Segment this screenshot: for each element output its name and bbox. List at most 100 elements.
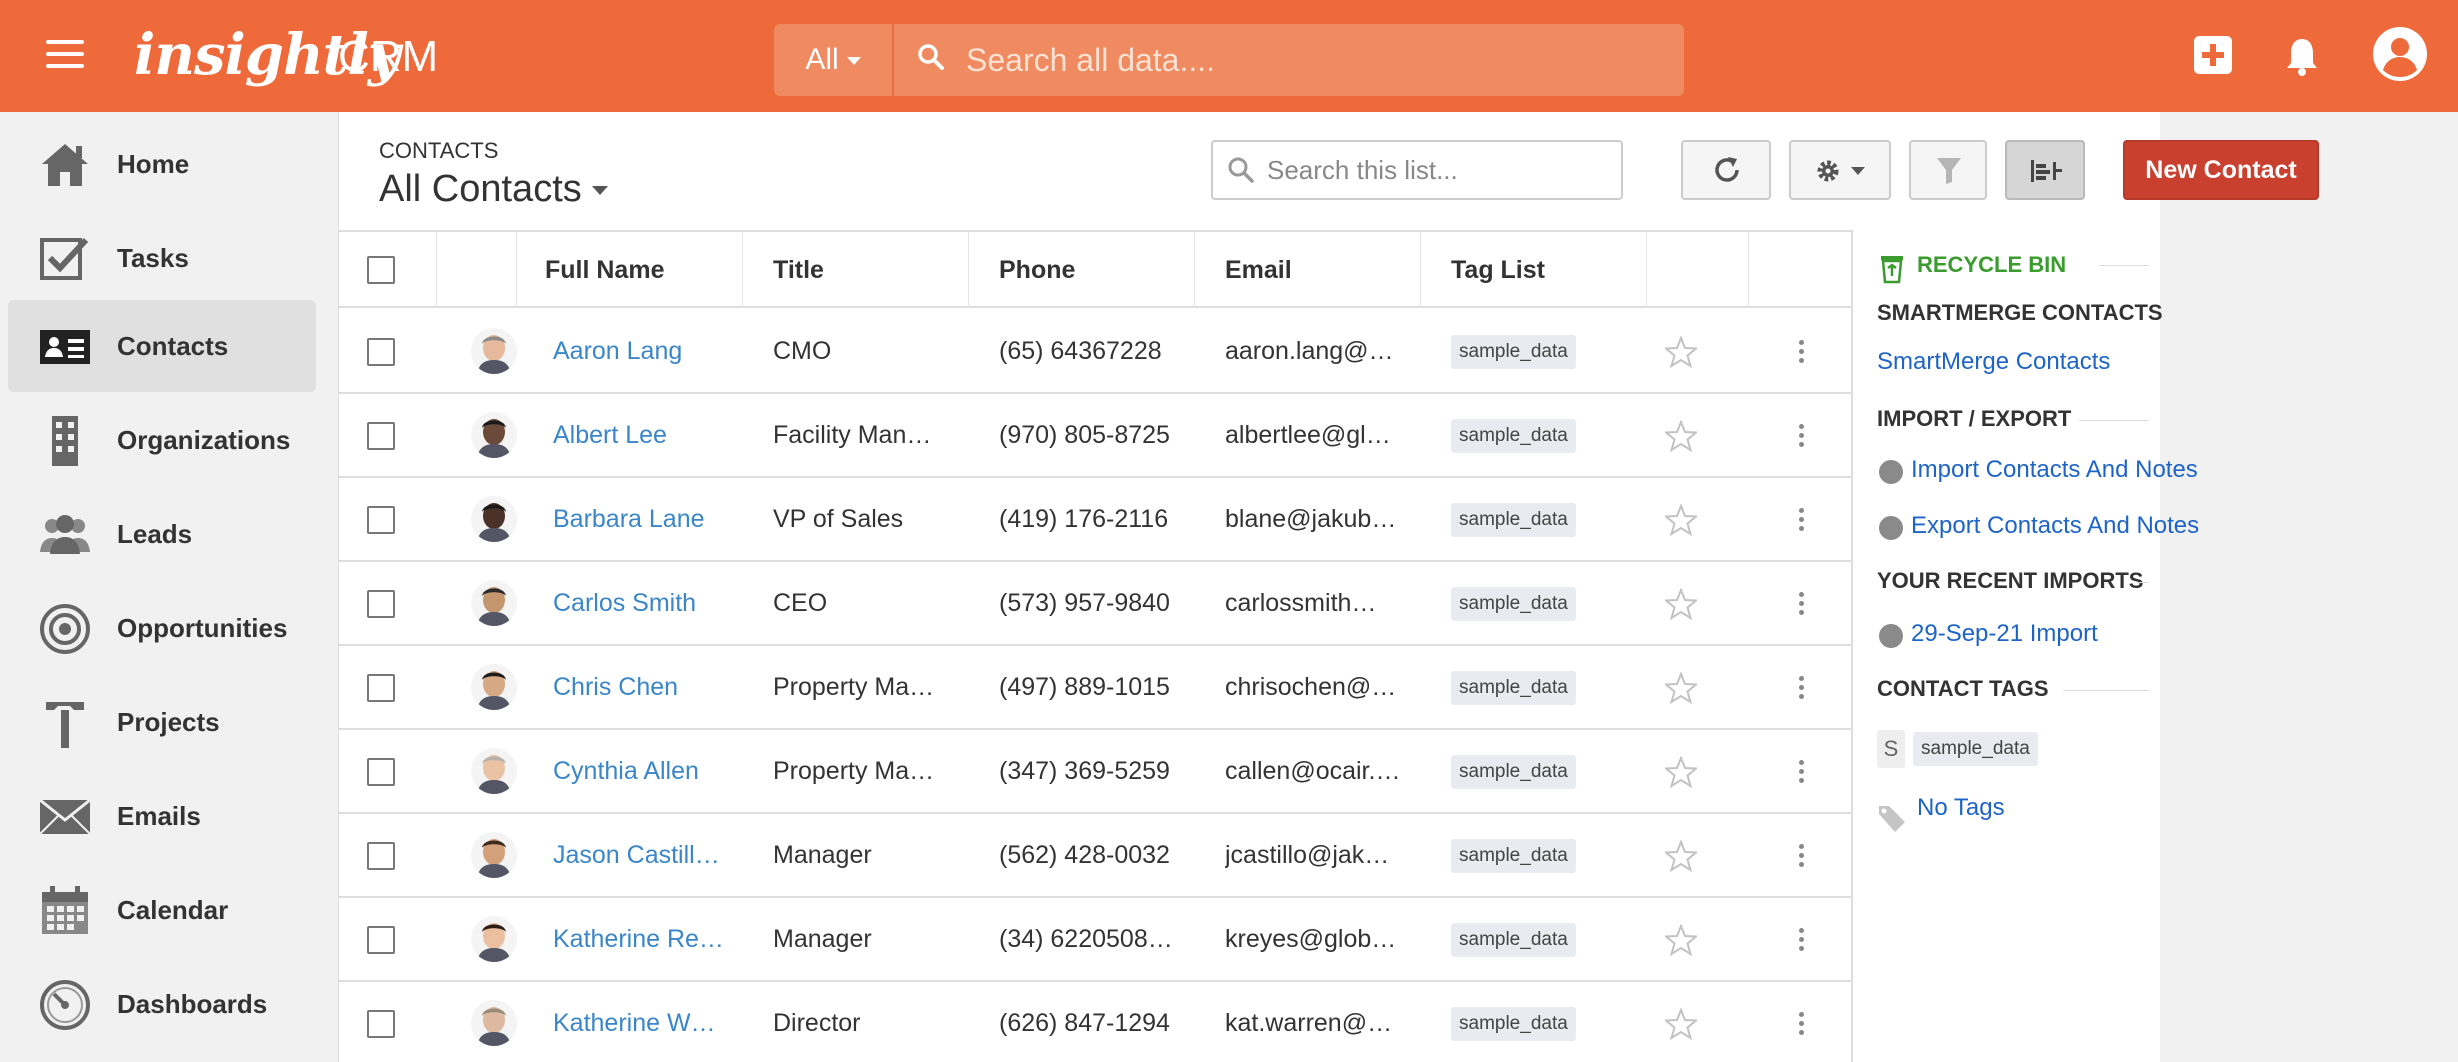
- more-options-icon[interactable]: [1799, 760, 1805, 784]
- sidebar-item-tasks[interactable]: Tasks: [8, 212, 316, 304]
- view-selector[interactable]: All Contacts: [379, 168, 608, 211]
- table-row[interactable]: Katherine Re… Manager (34) 6220508… kreyes@…: [339, 898, 1851, 982]
- star-icon[interactable]: [1665, 672, 1697, 704]
- row-checkbox[interactable]: [367, 758, 395, 786]
- sidebar-item-home[interactable]: Home: [8, 118, 316, 210]
- filter-button[interactable]: [1909, 140, 1987, 200]
- more-options-icon[interactable]: [1799, 844, 1805, 868]
- sidebar-item-label: Leads: [117, 519, 193, 549]
- sidebar-item-organizations[interactable]: Organizations: [8, 394, 316, 486]
- list-search-input[interactable]: [1267, 142, 1607, 198]
- table-row[interactable]: Jason Castill… Manager (562) 428-0032 jcast…: [339, 814, 1851, 898]
- table-row[interactable]: Chris Chen Property Ma… (497) 889-1015 chri…: [339, 646, 1851, 730]
- no-tags-link[interactable]: No Tags: [1917, 794, 2005, 822]
- sidebar-item-dashboards[interactable]: Dashboards: [8, 958, 316, 1050]
- dashboards-icon: [40, 980, 90, 1030]
- recent-import-link[interactable]: 29-Sep-21 Import: [1911, 620, 2098, 648]
- add-icon[interactable]: [2194, 36, 2232, 74]
- more-options-icon[interactable]: [1799, 676, 1805, 700]
- tag-badge[interactable]: sample_data: [1451, 587, 1576, 622]
- sidebar-item-leads[interactable]: Leads: [8, 488, 316, 580]
- settings-button[interactable]: [1789, 140, 1891, 200]
- column-header-full-name[interactable]: Full Name: [517, 232, 743, 308]
- row-checkbox[interactable]: [367, 926, 395, 954]
- star-icon[interactable]: [1665, 588, 1697, 620]
- recycle-bin-link[interactable]: RECYCLE BIN: [1917, 252, 2066, 278]
- contact-name-link[interactable]: Katherine W…: [553, 1009, 716, 1037]
- contact-name-link[interactable]: Carlos Smith: [553, 589, 696, 617]
- more-options-icon[interactable]: [1799, 508, 1805, 532]
- sidebar-item-emails[interactable]: Emails: [8, 770, 316, 862]
- star-icon[interactable]: [1665, 1008, 1697, 1040]
- sidebar-item-contacts[interactable]: Contacts: [8, 300, 316, 392]
- table-row[interactable]: Aaron Lang CMO (65) 64367228 aaron.lang@… sa…: [339, 310, 1851, 394]
- toggle-sidebar-button[interactable]: [2005, 140, 2085, 200]
- tag-badge[interactable]: sample_data: [1451, 923, 1576, 958]
- tag-badge[interactable]: sample_data: [1451, 755, 1576, 790]
- global-search-input[interactable]: [966, 24, 1666, 96]
- top-bar: insightly CRM All: [0, 0, 2458, 112]
- contact-name-link[interactable]: Aaron Lang: [553, 337, 682, 365]
- bell-icon[interactable]: [2284, 36, 2320, 76]
- sidebar-item-calendar[interactable]: Calendar: [8, 864, 316, 956]
- new-contact-button[interactable]: New Contact: [2123, 140, 2319, 200]
- row-checkbox[interactable]: [367, 1010, 395, 1038]
- tag-badge[interactable]: sample_data: [1451, 671, 1576, 706]
- refresh-button[interactable]: [1681, 140, 1771, 200]
- user-avatar-icon[interactable]: [2372, 26, 2428, 82]
- search-scope-dropdown[interactable]: All: [774, 24, 894, 96]
- menu-icon[interactable]: [46, 40, 84, 68]
- star-icon[interactable]: [1665, 504, 1697, 536]
- contact-name-link[interactable]: Chris Chen: [553, 673, 678, 701]
- tag-badge[interactable]: sample_data: [1451, 335, 1576, 370]
- row-checkbox[interactable]: [367, 506, 395, 534]
- contact-name-link[interactable]: Katherine Re…: [553, 925, 724, 953]
- import-contacts-link[interactable]: Import Contacts And Notes: [1911, 456, 2198, 484]
- avatar: [471, 580, 517, 626]
- more-options-icon[interactable]: [1799, 928, 1805, 952]
- star-icon[interactable]: [1665, 420, 1697, 452]
- table-header: Full Name Title Phone Email Tag List: [339, 232, 1851, 308]
- row-checkbox[interactable]: [367, 674, 395, 702]
- table-row[interactable]: Katherine W… Director (626) 847-1294 kat.wa…: [339, 982, 1851, 1062]
- contact-phone: (34) 6220508…: [999, 925, 1173, 953]
- sidebar-item-opportunities[interactable]: Opportunities: [8, 582, 316, 674]
- row-checkbox[interactable]: [367, 842, 395, 870]
- smartmerge-contacts-link[interactable]: SmartMerge Contacts: [1877, 348, 2110, 376]
- tag-letter: S: [1877, 730, 1905, 768]
- column-header-phone[interactable]: Phone: [969, 232, 1195, 308]
- star-icon[interactable]: [1665, 924, 1697, 956]
- star-icon[interactable]: [1665, 840, 1697, 872]
- contact-name-link[interactable]: Jason Castill…: [553, 841, 720, 869]
- row-checkbox[interactable]: [367, 590, 395, 618]
- more-options-icon[interactable]: [1799, 1012, 1805, 1036]
- export-arrow-icon: [1879, 516, 1903, 540]
- more-options-icon[interactable]: [1799, 592, 1805, 616]
- column-header-title[interactable]: Title: [743, 232, 969, 308]
- row-checkbox[interactable]: [367, 422, 395, 450]
- tag-badge[interactable]: sample_data: [1451, 839, 1576, 874]
- contact-name-link[interactable]: Cynthia Allen: [553, 757, 699, 785]
- table-row[interactable]: Barbara Lane VP of Sales (419) 176-2116 bla…: [339, 478, 1851, 562]
- table-row[interactable]: Albert Lee Facility Man… (970) 805-8725 alb…: [339, 394, 1851, 478]
- star-icon[interactable]: [1665, 756, 1697, 788]
- more-options-icon[interactable]: [1799, 424, 1805, 448]
- table-row[interactable]: Cynthia Allen Property Ma… (347) 369-5259 c…: [339, 730, 1851, 814]
- tag-badge[interactable]: sample_data: [1451, 1007, 1576, 1042]
- export-contacts-link[interactable]: Export Contacts And Notes: [1911, 512, 2199, 540]
- refresh-icon: [1715, 157, 1739, 182]
- contact-name-link[interactable]: Albert Lee: [553, 421, 667, 449]
- contact-name-link[interactable]: Barbara Lane: [553, 505, 705, 533]
- breadcrumb: CONTACTS: [379, 138, 499, 163]
- column-header-tag-list[interactable]: Tag List: [1421, 232, 1647, 308]
- more-options-icon[interactable]: [1799, 340, 1805, 364]
- contact-phone: (497) 889-1015: [999, 673, 1170, 701]
- row-checkbox[interactable]: [367, 338, 395, 366]
- sidebar-item-projects[interactable]: Projects: [8, 676, 316, 768]
- tag-badge[interactable]: sample_data: [1451, 503, 1576, 538]
- tag-badge[interactable]: sample_data: [1451, 419, 1576, 454]
- star-icon[interactable]: [1665, 336, 1697, 368]
- table-row[interactable]: Carlos Smith CEO (573) 957-9840 carlossmith…: [339, 562, 1851, 646]
- tag-sample-data[interactable]: sample_data: [1913, 732, 2038, 766]
- column-header-email[interactable]: Email: [1195, 232, 1421, 308]
